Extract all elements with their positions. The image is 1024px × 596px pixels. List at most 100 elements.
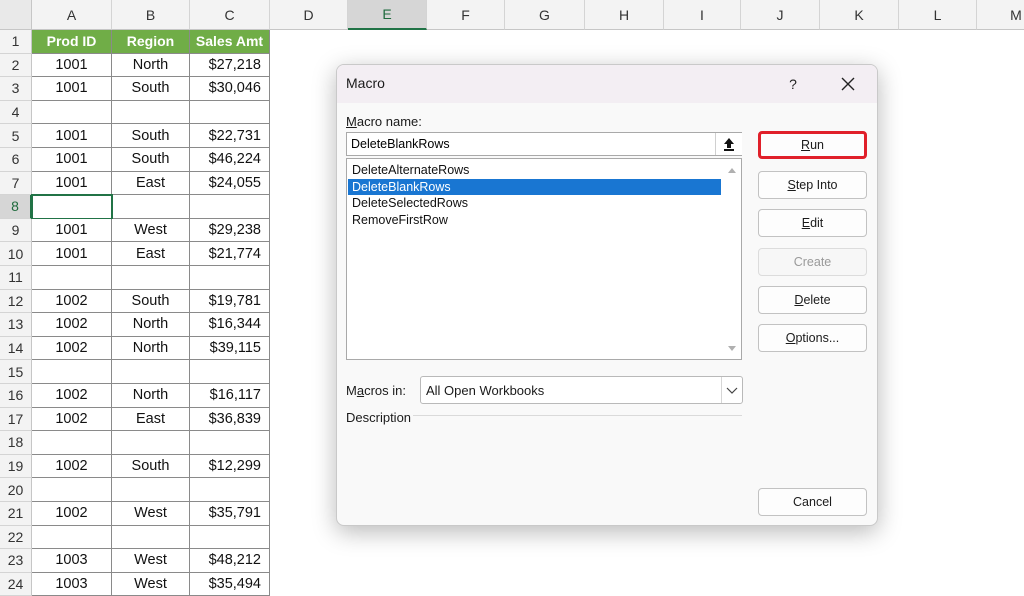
row-header[interactable]: 23	[0, 549, 32, 573]
cell-sales-amt[interactable]: $12,299	[190, 454, 270, 479]
column-header-b[interactable]: B	[112, 0, 190, 30]
row-header[interactable]: 24	[0, 572, 32, 596]
row-header[interactable]: 6	[0, 148, 32, 172]
cell-region[interactable]: North	[112, 384, 190, 408]
cell-prod-id[interactable]: 1001	[32, 124, 112, 148]
run-button[interactable]: Run	[758, 131, 867, 159]
cell-region[interactable]: West	[112, 218, 190, 243]
row-header[interactable]: 7	[0, 171, 32, 196]
list-scrollbar[interactable]	[723, 159, 741, 359]
row-header[interactable]: 12	[0, 289, 32, 314]
dialog-titlebar[interactable]: Macro ?	[337, 65, 877, 103]
close-button[interactable]	[833, 69, 863, 99]
cell-region[interactable]	[112, 100, 190, 125]
cell-sales-amt[interactable]: $48,212	[190, 549, 270, 573]
cell-region[interactable]: West	[112, 572, 190, 596]
cell-region[interactable]: North	[112, 336, 190, 361]
cell-prod-id[interactable]: 1002	[32, 454, 112, 479]
macro-list[interactable]: DeleteAlternateRows DeleteBlankRows Delete…	[346, 158, 742, 360]
cell-prod-id[interactable]: 1001	[32, 242, 112, 266]
cell-sales-amt[interactable]: $16,117	[190, 384, 270, 408]
scroll-up-icon[interactable]	[723, 163, 741, 177]
cell-sales-amt[interactable]: $22,731	[190, 124, 270, 148]
cell-sales-amt[interactable]: $29,238	[190, 218, 270, 243]
cell-prod-id[interactable]	[32, 266, 112, 290]
macro-list-item[interactable]: DeleteAlternateRows	[348, 162, 721, 178]
header-prod-id[interactable]: Prod ID	[32, 30, 112, 54]
options-button[interactable]: Options...	[758, 324, 867, 352]
header-sales-amt[interactable]: Sales Amt	[190, 30, 270, 54]
cell-region[interactable]: West	[112, 502, 190, 526]
cell-prod-id[interactable]: 1002	[32, 407, 112, 432]
row-header[interactable]: 19	[0, 454, 32, 479]
cell-sales-amt[interactable]	[190, 360, 270, 384]
cell-prod-id[interactable]	[32, 525, 112, 550]
row-header[interactable]: 17	[0, 407, 32, 432]
macros-in-select[interactable]: All Open Workbooks	[420, 376, 743, 404]
column-header-g[interactable]: G	[505, 0, 585, 30]
cell-sales-amt[interactable]	[190, 478, 270, 502]
row-header[interactable]: 3	[0, 77, 32, 101]
cell-region[interactable]	[112, 195, 190, 219]
row-header[interactable]: 13	[0, 313, 32, 337]
cell-region[interactable]	[112, 266, 190, 290]
cell-prod-id[interactable]: 1002	[32, 336, 112, 361]
macro-list-item[interactable]: RemoveFirstRow	[348, 212, 721, 228]
cell-sales-amt[interactable]: $24,055	[190, 171, 270, 196]
cell-prod-id[interactable]	[32, 360, 112, 384]
cell-prod-id[interactable]	[32, 100, 112, 125]
cell-region[interactable]: East	[112, 242, 190, 266]
cell-sales-amt[interactable]: $36,839	[190, 407, 270, 432]
row-header-1[interactable]: 1	[0, 30, 32, 54]
cell-region[interactable]: South	[112, 148, 190, 172]
column-header-j[interactable]: J	[741, 0, 820, 30]
cell-sales-amt[interactable]: $30,046	[190, 77, 270, 101]
cell-prod-id[interactable]: 1001	[32, 53, 112, 78]
row-header[interactable]: 18	[0, 431, 32, 455]
select-all-corner[interactable]	[0, 0, 32, 30]
row-header[interactable]: 21	[0, 502, 32, 526]
cell-prod-id[interactable]: 1001	[32, 148, 112, 172]
row-header[interactable]: 2	[0, 53, 32, 78]
cell-region[interactable]	[112, 360, 190, 384]
column-header-h[interactable]: H	[585, 0, 664, 30]
cell-sales-amt[interactable]: $39,115	[190, 336, 270, 361]
cell-region[interactable]	[112, 478, 190, 502]
cell-prod-id[interactable]: 1003	[32, 572, 112, 596]
row-header[interactable]: 14	[0, 336, 32, 361]
step-into-button[interactable]: Step Into	[758, 171, 867, 199]
cell-prod-id[interactable]: 1001	[32, 218, 112, 243]
upload-button[interactable]	[715, 133, 742, 155]
cell-region[interactable]	[112, 431, 190, 455]
macro-list-item[interactable]: DeleteBlankRows	[348, 178, 721, 195]
column-header-l[interactable]: L	[899, 0, 977, 30]
cell-region[interactable]: South	[112, 77, 190, 101]
cell-sales-amt[interactable]	[190, 195, 270, 219]
macro-name-input[interactable]	[346, 132, 742, 156]
row-header[interactable]: 11	[0, 266, 32, 290]
cell-prod-id[interactable]: 1001	[32, 77, 112, 101]
macro-list-item[interactable]: DeleteSelectedRows	[348, 195, 721, 211]
cell-sales-amt[interactable]: $27,218	[190, 53, 270, 78]
row-header[interactable]: 20	[0, 478, 32, 502]
cell-region[interactable]: North	[112, 313, 190, 337]
row-header[interactable]: 16	[0, 384, 32, 408]
scroll-down-icon[interactable]	[723, 341, 741, 355]
cell-prod-id[interactable]: 1002	[32, 289, 112, 314]
help-button[interactable]: ?	[781, 69, 805, 99]
cell-prod-id[interactable]: 1002	[32, 313, 112, 337]
column-header-c[interactable]: C	[190, 0, 270, 30]
cell-sales-amt[interactable]	[190, 266, 270, 290]
row-header[interactable]: 15	[0, 360, 32, 384]
column-header-e[interactable]: E	[348, 0, 427, 30]
dropdown-button[interactable]	[721, 377, 742, 403]
cell-sales-amt[interactable]	[190, 100, 270, 125]
cell-region[interactable]	[112, 525, 190, 550]
cell-region[interactable]: South	[112, 289, 190, 314]
cell-region[interactable]: North	[112, 53, 190, 78]
column-header-k[interactable]: K	[820, 0, 899, 30]
column-header-m[interactable]: M	[977, 0, 1024, 30]
column-header-a[interactable]: A	[32, 0, 112, 30]
cell-prod-id[interactable]: 1002	[32, 384, 112, 408]
cell-prod-id[interactable]	[32, 478, 112, 502]
